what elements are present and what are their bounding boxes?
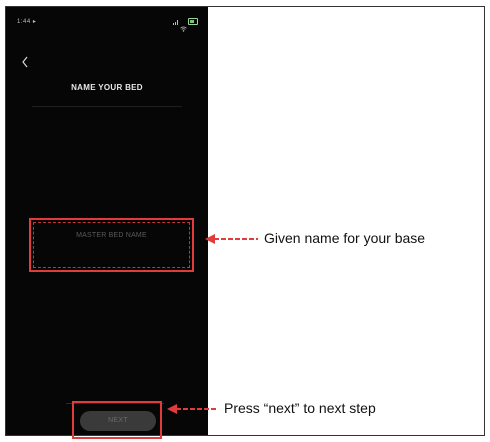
status-icons [173, 17, 198, 32]
annotation-name-text: Given name for your base [264, 230, 426, 246]
next-button[interactable]: NEXT [80, 411, 156, 431]
annotation-arrow-next [166, 402, 218, 414]
status-time: 1:44 ▸ [17, 19, 37, 25]
signal-icon [173, 19, 178, 25]
back-chevron-icon[interactable] [20, 55, 30, 69]
bed-name-input[interactable] [35, 231, 188, 240]
wifi-icon [180, 19, 187, 32]
header-divider [32, 106, 182, 107]
page-title: NAME YOUR BED [71, 83, 143, 92]
annotation-arrow-name [204, 232, 260, 244]
bed-name-field-frame [33, 222, 190, 268]
phone-screen: 1:44 ▸ NAME YOUR BED NEXT [6, 7, 208, 439]
battery-icon [188, 18, 198, 25]
bed-name-highlight [29, 218, 194, 272]
annotation-next-text: Press “next” to next step [224, 400, 376, 416]
